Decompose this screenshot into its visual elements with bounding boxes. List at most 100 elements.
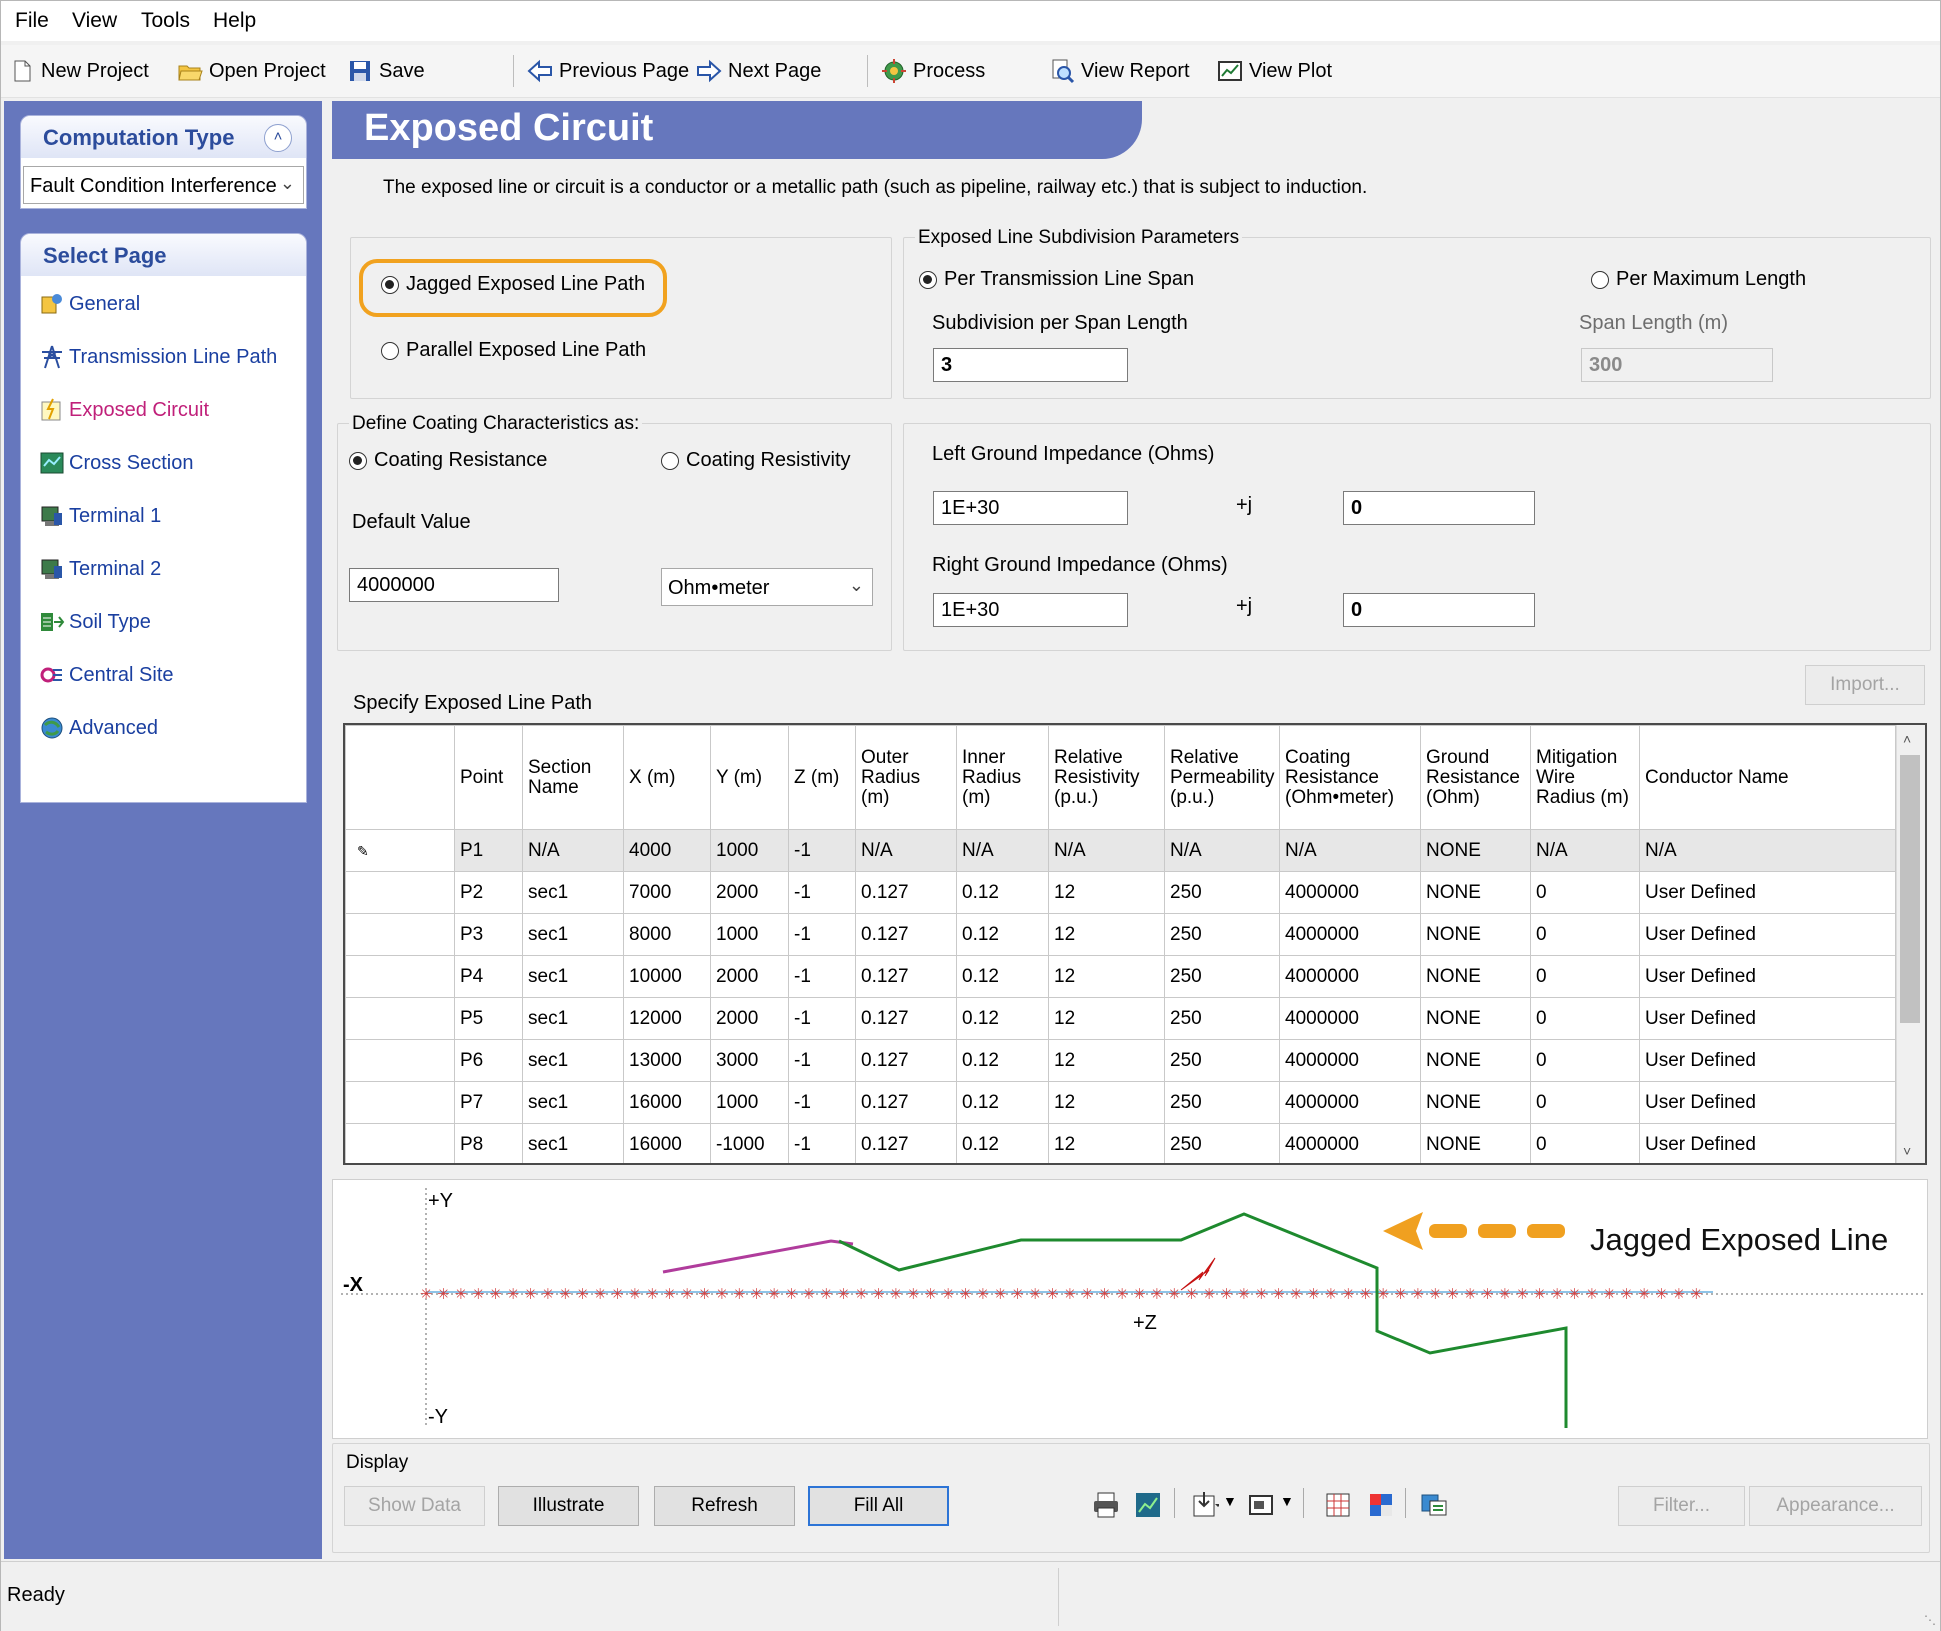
table-cell[interactable]: 0.127 [855, 913, 957, 956]
coating-resistivity-radio[interactable]: Coating Resistivity [661, 449, 851, 472]
table-cell[interactable]: NONE [1420, 871, 1531, 914]
table-cell[interactable]: 2000 [710, 997, 789, 1040]
window-dropdown-icon[interactable]: ▼ [1280, 1493, 1294, 1509]
table-row[interactable]: P5 sec1 12000 2000 -1 0.127 0.12 12 250 4000000 NO… [345, 997, 1896, 1040]
scrollbar-thumb[interactable] [1900, 755, 1920, 1023]
sidebar-item-advanced[interactable]: Advanced [39, 710, 158, 746]
table-row[interactable]: P6 sec1 13000 3000 -1 0.127 0.12 12 250 4000000 NO… [345, 1039, 1896, 1082]
table-cell[interactable]: 1000 [710, 1081, 789, 1124]
previous-page-button[interactable]: Previous Page [527, 53, 689, 89]
illustrate-button[interactable]: Illustrate [498, 1486, 639, 1526]
table-cell[interactable]: User Defined [1639, 1081, 1896, 1124]
table-cell[interactable]: 4000000 [1279, 1123, 1421, 1163]
row-header-cell[interactable] [345, 997, 455, 1040]
table-cell[interactable]: 2000 [710, 871, 789, 914]
table-cell[interactable]: 0.127 [855, 997, 957, 1040]
column-header[interactable]: Coating Resistance (Ohm•meter) [1279, 725, 1421, 830]
table-cell[interactable]: 0 [1530, 1081, 1640, 1124]
column-header[interactable]: Outer Radius (m) [855, 725, 957, 830]
table-cell[interactable]: N/A [1530, 829, 1640, 872]
table-cell[interactable]: P5 [454, 997, 523, 1040]
table-cell[interactable]: 0 [1530, 997, 1640, 1040]
table-cell[interactable]: sec1 [522, 871, 624, 914]
table-cell[interactable]: 0.12 [956, 913, 1049, 956]
table-cell[interactable]: 250 [1164, 913, 1280, 956]
table-cell[interactable]: 16000 [623, 1081, 711, 1124]
next-page-button[interactable]: Next Page [696, 53, 821, 89]
table-cell[interactable]: -1 [788, 997, 856, 1040]
table-cell[interactable]: 0.127 [855, 871, 957, 914]
table-cell[interactable]: N/A [1279, 829, 1421, 872]
jagged-path-radio[interactable]: Jagged Exposed Line Path [381, 273, 645, 296]
collapse-chevron-icon[interactable]: ˄ [264, 124, 292, 152]
table-row[interactable]: P8 sec1 16000 -1000 -1 0.127 0.12 12 250 4000000 N… [345, 1123, 1896, 1163]
table-cell[interactable]: User Defined [1639, 1123, 1896, 1163]
table-cell[interactable]: -1 [788, 871, 856, 914]
table-cell[interactable]: 0 [1530, 1123, 1640, 1163]
table-cell[interactable]: 0 [1530, 1039, 1640, 1082]
table-cell[interactable]: 12000 [623, 997, 711, 1040]
table-cell[interactable]: 16000 [623, 1123, 711, 1163]
sidebar-item-exposed-circuit[interactable]: Exposed Circuit [39, 392, 209, 428]
table-cell[interactable]: NONE [1420, 997, 1531, 1040]
table-cell[interactable]: 4000000 [1279, 1039, 1421, 1082]
sidebar-item-cross-section[interactable]: Cross Section [39, 445, 194, 481]
sidebar-item-general[interactable]: General [39, 286, 140, 322]
table-cell[interactable]: 0 [1530, 913, 1640, 956]
table-cell[interactable]: -1 [788, 829, 856, 872]
column-header[interactable]: Relative Resistivity (p.u.) [1048, 725, 1165, 830]
subdivision-input[interactable]: 3 [933, 348, 1128, 382]
table-row[interactable]: P7 sec1 16000 1000 -1 0.127 0.12 12 250 4000000 NO… [345, 1081, 1896, 1124]
table-cell[interactable]: N/A [855, 829, 957, 872]
table-cell[interactable]: -1 [788, 913, 856, 956]
view-report-button[interactable]: View Report [1049, 53, 1190, 89]
table-cell[interactable]: 250 [1164, 1123, 1280, 1163]
table-cell[interactable]: 3000 [710, 1039, 789, 1082]
coating-resistance-radio[interactable]: Coating Resistance [349, 449, 547, 472]
right-impedance-imag-input[interactable]: 0 [1343, 593, 1535, 627]
menu-file[interactable]: File [15, 9, 49, 33]
row-header-cell[interactable]: ✎ [345, 829, 455, 872]
table-cell[interactable]: 0.12 [956, 1081, 1049, 1124]
table-cell[interactable]: 10000 [623, 955, 711, 998]
table-cell[interactable]: 1000 [710, 913, 789, 956]
export-dropdown-icon[interactable]: ▼ [1223, 1493, 1237, 1509]
table-cell[interactable]: 0.12 [956, 871, 1049, 914]
column-header[interactable]: Inner Radius (m) [956, 725, 1049, 830]
view-plot-button[interactable]: View Plot [1217, 53, 1332, 89]
column-header[interactable]: Conductor Name [1639, 725, 1896, 830]
table-cell[interactable]: 0.127 [855, 1039, 957, 1082]
show-data-button[interactable]: Show Data [344, 1486, 485, 1526]
table-cell[interactable]: 8000 [623, 913, 711, 956]
process-button[interactable]: Process [881, 53, 985, 89]
table-cell[interactable]: -1 [788, 1081, 856, 1124]
table-cell[interactable]: 250 [1164, 871, 1280, 914]
table-cell[interactable]: 0.12 [956, 955, 1049, 998]
table-cell[interactable]: NONE [1420, 955, 1531, 998]
table-cell[interactable]: sec1 [522, 913, 624, 956]
row-header-cell[interactable] [345, 871, 455, 914]
color-icon[interactable] [1366, 1490, 1396, 1520]
table-cell[interactable]: sec1 [522, 955, 624, 998]
menu-help[interactable]: Help [213, 9, 256, 33]
table-cell[interactable]: sec1 [522, 1081, 624, 1124]
table-cell[interactable]: P2 [454, 871, 523, 914]
table-cell[interactable]: N/A [522, 829, 624, 872]
refresh-button[interactable]: Refresh [654, 1486, 795, 1526]
table-cell[interactable]: -1000 [710, 1123, 789, 1163]
table-cell[interactable]: 12 [1048, 997, 1165, 1040]
table-cell[interactable]: 0.127 [855, 1081, 957, 1124]
column-header[interactable]: Section Name [522, 725, 624, 830]
appearance-button[interactable]: Appearance... [1749, 1486, 1922, 1526]
table-cell[interactable]: 250 [1164, 1081, 1280, 1124]
table-row[interactable]: ✎ P1 N/A 4000 1000 -1 N/A N/A N/A N/A N/A NONE N/A N/… [345, 829, 1896, 872]
print-icon[interactable] [1091, 1490, 1121, 1520]
chart-icon[interactable] [1133, 1490, 1163, 1520]
table-cell[interactable]: 250 [1164, 955, 1280, 998]
exposed-line-plot[interactable]: ✳ ✳ ✳ ✳ ✳ ✳ ✳ ✳ ✳ ✳ ✳ ✳ ✳ ✳ ✳ ✳ ✳ ✳ ✳ ✳ ✳ ✳ ✳ ✳ ✳ ✳ ✳ ✳ ✳ ✳ ✳ ✳ ✳ ✳ ✳ ✳ ✳ ✳ ✳ ✳… [332, 1179, 1928, 1439]
table-cell[interactable]: NONE [1420, 829, 1531, 872]
sidebar-item-terminal-1[interactable]: Terminal 1 [39, 498, 161, 534]
row-header-cell[interactable] [345, 1039, 455, 1082]
table-cell[interactable]: 0.127 [855, 955, 957, 998]
scroll-down-icon[interactable]: ˅ [1903, 1143, 1911, 1159]
